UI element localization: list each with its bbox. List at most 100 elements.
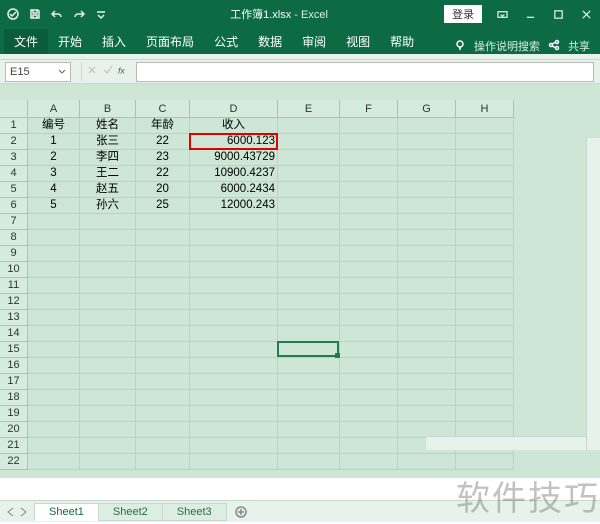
cell-grid[interactable]: 编号姓名年龄收入1张三226000.1232李四239000.437293王二2… (28, 118, 600, 478)
cell-B5[interactable]: 赵五 (80, 182, 136, 198)
cell-B6[interactable]: 孙六 (80, 198, 136, 214)
share-icon[interactable] (548, 39, 560, 54)
cell-F1[interactable] (340, 118, 398, 134)
row-header-11[interactable]: 11 (0, 278, 28, 294)
cell-G12[interactable] (398, 294, 456, 310)
row-header-13[interactable]: 13 (0, 310, 28, 326)
sheet-tab-Sheet3[interactable]: Sheet3 (162, 503, 227, 521)
cell-D14[interactable] (190, 326, 278, 342)
cell-F5[interactable] (340, 182, 398, 198)
tellme-label[interactable]: 操作说明搜索 (474, 38, 540, 54)
col-header-H[interactable]: H (456, 100, 514, 118)
cell-C14[interactable] (136, 326, 190, 342)
cell-A19[interactable] (28, 406, 80, 422)
cell-F9[interactable] (340, 246, 398, 262)
cell-F10[interactable] (340, 262, 398, 278)
cell-B22[interactable] (80, 454, 136, 470)
share-label[interactable]: 共享 (568, 38, 590, 54)
cell-A2[interactable]: 1 (28, 134, 80, 150)
nav-next-icon[interactable] (18, 507, 28, 517)
cell-C5[interactable]: 20 (136, 182, 190, 198)
cell-H15[interactable] (456, 342, 514, 358)
cell-C17[interactable] (136, 374, 190, 390)
cell-E2[interactable] (278, 134, 340, 150)
cell-C21[interactable] (136, 438, 190, 454)
cell-C20[interactable] (136, 422, 190, 438)
row-header-21[interactable]: 21 (0, 438, 28, 454)
cell-B20[interactable] (80, 422, 136, 438)
cell-D13[interactable] (190, 310, 278, 326)
cell-C10[interactable] (136, 262, 190, 278)
cell-E18[interactable] (278, 390, 340, 406)
row-header-20[interactable]: 20 (0, 422, 28, 438)
cell-E11[interactable] (278, 278, 340, 294)
cell-D22[interactable] (190, 454, 278, 470)
sheet-nav[interactable] (0, 507, 34, 517)
row-header-14[interactable]: 14 (0, 326, 28, 342)
cell-A6[interactable]: 5 (28, 198, 80, 214)
cell-D19[interactable] (190, 406, 278, 422)
row-header-10[interactable]: 10 (0, 262, 28, 278)
cell-A22[interactable] (28, 454, 80, 470)
cell-H12[interactable] (456, 294, 514, 310)
cell-C19[interactable] (136, 406, 190, 422)
cell-C18[interactable] (136, 390, 190, 406)
cell-G1[interactable] (398, 118, 456, 134)
col-header-C[interactable]: C (136, 100, 190, 118)
cell-D17[interactable] (190, 374, 278, 390)
cell-E4[interactable] (278, 166, 340, 182)
col-header-E[interactable]: E (278, 100, 340, 118)
cell-G17[interactable] (398, 374, 456, 390)
row-header-5[interactable]: 5 (0, 182, 28, 198)
cell-H10[interactable] (456, 262, 514, 278)
tab-help[interactable]: 帮助 (380, 29, 424, 54)
qat-dropdown-icon[interactable] (94, 7, 108, 21)
cell-D5[interactable]: 6000.2434 (190, 182, 278, 198)
cell-C13[interactable] (136, 310, 190, 326)
cell-F15[interactable] (340, 342, 398, 358)
row-header-3[interactable]: 3 (0, 150, 28, 166)
cell-H5[interactable] (456, 182, 514, 198)
tab-review[interactable]: 审阅 (292, 29, 336, 54)
cell-A5[interactable]: 4 (28, 182, 80, 198)
row-header-8[interactable]: 8 (0, 230, 28, 246)
fx-icon[interactable]: fx (118, 64, 130, 79)
col-header-B[interactable]: B (80, 100, 136, 118)
cell-E21[interactable] (278, 438, 340, 454)
cell-B2[interactable]: 张三 (80, 134, 136, 150)
vertical-scrollbar[interactable] (586, 138, 600, 450)
cell-F3[interactable] (340, 150, 398, 166)
cell-F4[interactable] (340, 166, 398, 182)
cell-G14[interactable] (398, 326, 456, 342)
cell-D12[interactable] (190, 294, 278, 310)
cell-H7[interactable] (456, 214, 514, 230)
cell-H6[interactable] (456, 198, 514, 214)
cell-G3[interactable] (398, 150, 456, 166)
cell-C1[interactable]: 年龄 (136, 118, 190, 134)
cell-G5[interactable] (398, 182, 456, 198)
col-header-F[interactable]: F (340, 100, 398, 118)
login-button[interactable]: 登录 (444, 5, 482, 23)
cell-A8[interactable] (28, 230, 80, 246)
cell-B13[interactable] (80, 310, 136, 326)
cell-F12[interactable] (340, 294, 398, 310)
cell-B15[interactable] (80, 342, 136, 358)
cell-D20[interactable] (190, 422, 278, 438)
cell-H19[interactable] (456, 406, 514, 422)
cell-C22[interactable] (136, 454, 190, 470)
maximize-icon[interactable] (544, 4, 572, 24)
nav-prev-icon[interactable] (6, 507, 16, 517)
cell-A7[interactable] (28, 214, 80, 230)
tab-file[interactable]: 文件 (4, 29, 48, 54)
cell-A11[interactable] (28, 278, 80, 294)
cell-A21[interactable] (28, 438, 80, 454)
ribbon-options-icon[interactable] (488, 4, 516, 24)
cell-D18[interactable] (190, 390, 278, 406)
save-icon[interactable] (28, 7, 42, 21)
row-header-9[interactable]: 9 (0, 246, 28, 262)
cell-E12[interactable] (278, 294, 340, 310)
tab-layout[interactable]: 页面布局 (136, 29, 204, 54)
cell-A14[interactable] (28, 326, 80, 342)
tab-formulas[interactable]: 公式 (204, 29, 248, 54)
cell-G11[interactable] (398, 278, 456, 294)
